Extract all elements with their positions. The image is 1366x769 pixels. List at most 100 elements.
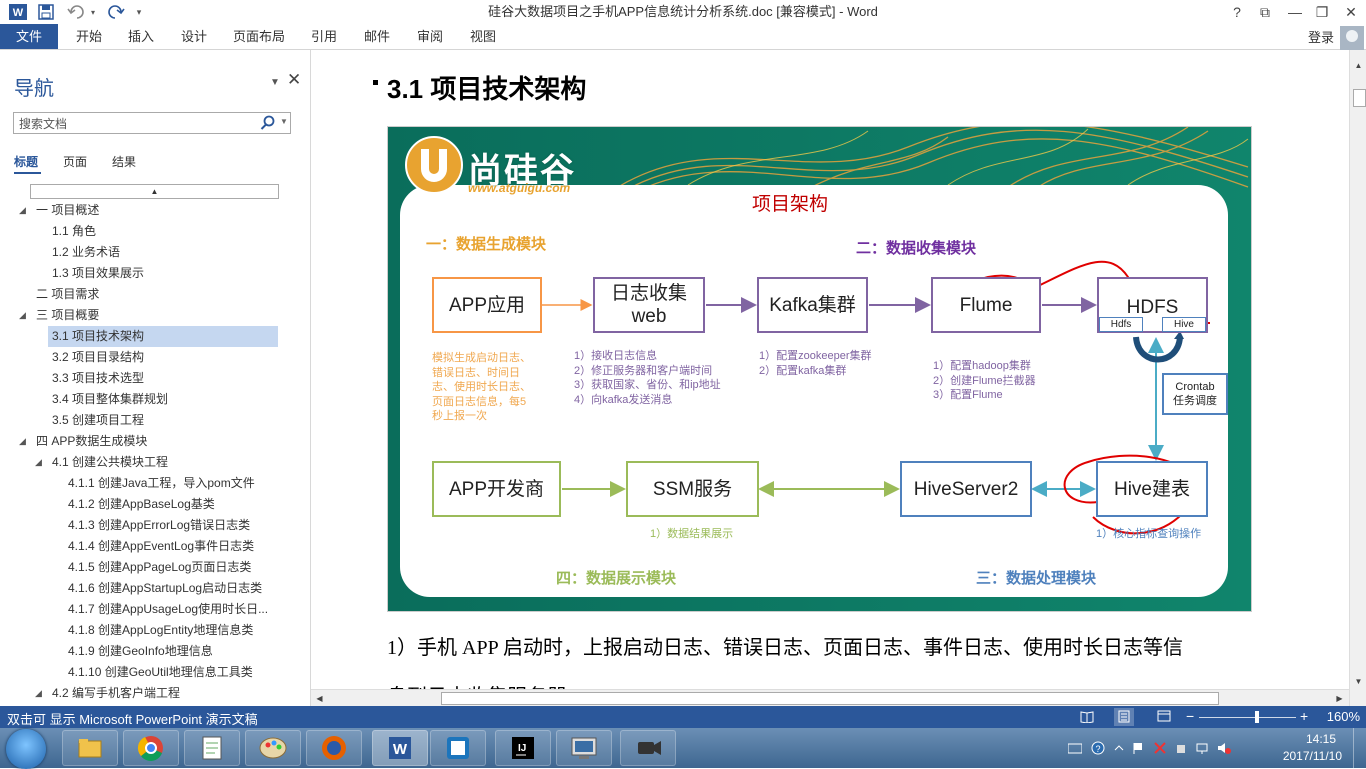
nav-tree-item-label: 4.1.4 创建AppEventLog事件日志类 bbox=[68, 539, 255, 553]
undo-icon[interactable] bbox=[66, 3, 86, 21]
zoom-slider-track[interactable] bbox=[1199, 717, 1296, 718]
customize-qat-icon[interactable]: ▾ bbox=[133, 3, 145, 21]
action-center-icon[interactable] bbox=[1154, 742, 1166, 754]
firefox-icon[interactable] bbox=[306, 730, 362, 766]
embedded-architecture-slide[interactable]: 尚硅谷 www.atguigu.com 项目架构 一：数据生成模块 二：数据收集… bbox=[387, 126, 1252, 612]
minimize-button[interactable]: — bbox=[1280, 0, 1310, 24]
flag-icon[interactable] bbox=[1133, 742, 1145, 754]
paint-icon[interactable] bbox=[245, 730, 301, 766]
nav-tree-item[interactable]: 三 项目概要 bbox=[0, 305, 280, 326]
undo-dropdown-icon[interactable]: ▾ bbox=[88, 3, 98, 21]
nav-tree-item[interactable]: 4.1.2 创建AppBaseLog基类 bbox=[0, 494, 280, 515]
help-circle-icon[interactable]: ? bbox=[1091, 741, 1105, 755]
tab-insert[interactable]: 插入 bbox=[124, 24, 158, 49]
ribbon-display-button[interactable]: ⧉ bbox=[1250, 0, 1280, 24]
close-icon[interactable]: ✕ bbox=[287, 70, 301, 90]
save-icon[interactable] bbox=[37, 3, 55, 21]
tab-review[interactable]: 审阅 bbox=[413, 24, 447, 49]
close-button[interactable]: ✕ bbox=[1336, 0, 1366, 24]
nav-tree-item[interactable]: 4.1.8 创建AppLogEntity地理信息类 bbox=[0, 620, 280, 641]
keyboard-icon[interactable] bbox=[1068, 742, 1082, 754]
notepad-plus-icon[interactable] bbox=[184, 730, 240, 766]
scroll-up-icon[interactable]: ▲ bbox=[1351, 58, 1366, 73]
nav-tree-item[interactable]: 4.1.9 创建GeoInfo地理信息 bbox=[0, 641, 280, 662]
nav-tab-results[interactable]: 结果 bbox=[112, 153, 136, 170]
tab-home[interactable]: 开始 bbox=[72, 24, 106, 49]
zoom-in-icon[interactable]: + bbox=[1300, 708, 1308, 724]
usb-icon[interactable] bbox=[1175, 742, 1187, 754]
tray-expand-icon[interactable] bbox=[1114, 743, 1124, 753]
virtualbox-icon[interactable] bbox=[430, 730, 486, 766]
tab-layout[interactable]: 页面布局 bbox=[230, 24, 288, 49]
nav-tree-item[interactable]: 1.3 项目效果展示 bbox=[0, 263, 280, 284]
word-logo-icon[interactable]: W bbox=[9, 3, 27, 21]
chevron-down-icon[interactable]: ▼ bbox=[270, 77, 280, 88]
nav-tree-item[interactable]: 一 项目概述 bbox=[0, 200, 280, 221]
nav-tree-item[interactable]: 4.1.4 创建AppEventLog事件日志类 bbox=[0, 536, 280, 557]
zoom-percentage[interactable]: 160% bbox=[1327, 709, 1360, 724]
read-mode-icon[interactable] bbox=[1080, 710, 1094, 723]
help-button[interactable]: ? bbox=[1222, 0, 1252, 24]
redo-icon[interactable] bbox=[106, 3, 126, 21]
nav-tab-headings[interactable]: 标题 bbox=[14, 153, 38, 170]
nav-tree-item[interactable]: 4.1.6 创建AppStartupLog启动日志类 bbox=[0, 578, 280, 599]
tab-references[interactable]: 引用 bbox=[307, 24, 341, 49]
search-options-icon[interactable]: ▼ bbox=[280, 117, 288, 126]
nav-tree-item[interactable]: 4.1 创建公共模块工程 bbox=[0, 452, 280, 473]
network-icon[interactable] bbox=[1196, 742, 1208, 754]
nav-tree-item[interactable]: 4.1.1 创建Java工程，导入pom文件 bbox=[0, 473, 280, 494]
expand-arrow-icon[interactable]: ◢ bbox=[19, 310, 26, 321]
nav-tree-item[interactable]: 4.1.3 创建AppErrorLog错误日志类 bbox=[0, 515, 280, 536]
nav-tree-item[interactable]: 1.2 业务术语 bbox=[0, 242, 280, 263]
expand-arrow-icon[interactable]: ◢ bbox=[35, 688, 42, 699]
volume-muted-icon[interactable] bbox=[1217, 742, 1231, 754]
word-icon[interactable]: W bbox=[372, 730, 428, 766]
remote-desktop-icon[interactable] bbox=[556, 730, 612, 766]
vertical-scrollbar[interactable]: ▲ ▼ bbox=[1349, 50, 1366, 706]
web-layout-icon[interactable] bbox=[1157, 710, 1171, 723]
expand-arrow-icon[interactable]: ◢ bbox=[19, 436, 26, 447]
horizontal-scroll-thumb[interactable] bbox=[441, 692, 1219, 705]
collapse-all-button[interactable]: ▲ bbox=[30, 184, 279, 199]
show-desktop-button[interactable] bbox=[1353, 728, 1366, 768]
scroll-right-icon[interactable]: ▶ bbox=[1332, 691, 1347, 706]
start-button[interactable] bbox=[6, 729, 46, 769]
tab-design[interactable]: 设计 bbox=[177, 24, 211, 49]
print-layout-icon[interactable] bbox=[1117, 710, 1131, 723]
clock-date[interactable]: 2017/11/10 bbox=[1283, 749, 1342, 763]
nav-tree-item[interactable]: 3.1 项目技术架构 bbox=[48, 326, 278, 347]
clock-time[interactable]: 14:15 bbox=[1306, 732, 1336, 746]
tab-mailings[interactable]: 邮件 bbox=[360, 24, 394, 49]
nav-tree-item[interactable]: 二 项目需求 bbox=[0, 284, 280, 305]
intellij-icon[interactable]: IJ bbox=[495, 730, 551, 766]
video-camera-icon[interactable] bbox=[620, 730, 676, 766]
nav-tree-item[interactable]: 3.3 项目技术选型 bbox=[0, 368, 280, 389]
nav-tree-item[interactable]: 3.2 项目目录结构 bbox=[0, 347, 280, 368]
scroll-left-icon[interactable]: ◀ bbox=[312, 691, 327, 706]
nav-tree-item[interactable]: 3.4 项目整体集群规划 bbox=[0, 389, 280, 410]
nav-tree-item[interactable]: 3.5 创建项目工程 bbox=[0, 410, 280, 431]
scroll-down-icon[interactable]: ▼ bbox=[1351, 674, 1366, 689]
vertical-scroll-thumb[interactable] bbox=[1353, 89, 1366, 107]
search-input[interactable] bbox=[17, 114, 256, 134]
expand-arrow-icon[interactable]: ◢ bbox=[19, 205, 26, 216]
sign-in-link[interactable]: 登录 bbox=[1308, 27, 1334, 46]
file-explorer-icon[interactable] bbox=[62, 730, 118, 766]
nav-tab-pages[interactable]: 页面 bbox=[63, 153, 87, 170]
nav-tree-item[interactable]: 4.1.7 创建AppUsageLog使用时长日... bbox=[0, 599, 280, 620]
nav-tree-item[interactable]: 四 APP数据生成模块 bbox=[0, 431, 280, 452]
nav-tree-item[interactable]: 1.1 角色 bbox=[0, 221, 280, 242]
expand-arrow-icon[interactable]: ◢ bbox=[35, 457, 42, 468]
zoom-out-icon[interactable]: − bbox=[1186, 708, 1194, 724]
nav-tree-item[interactable]: 4.2 编写手机客户端工程 bbox=[0, 683, 280, 704]
zoom-slider-thumb[interactable] bbox=[1255, 711, 1259, 723]
nav-tree-item[interactable]: 4.1.5 创建AppPageLog页面日志类 bbox=[0, 557, 280, 578]
chrome-icon[interactable] bbox=[123, 730, 179, 766]
tab-view[interactable]: 视图 bbox=[466, 24, 500, 49]
horizontal-scrollbar[interactable]: ◀ ▶ bbox=[311, 689, 1349, 707]
restore-button[interactable]: ❐ bbox=[1307, 0, 1337, 24]
avatar[interactable] bbox=[1340, 26, 1364, 50]
search-icon[interactable] bbox=[260, 115, 276, 131]
nav-tree-item[interactable]: 4.1.10 创建GeoUtil地理信息工具类 bbox=[0, 662, 280, 683]
tab-file[interactable]: 文件 bbox=[0, 24, 58, 49]
